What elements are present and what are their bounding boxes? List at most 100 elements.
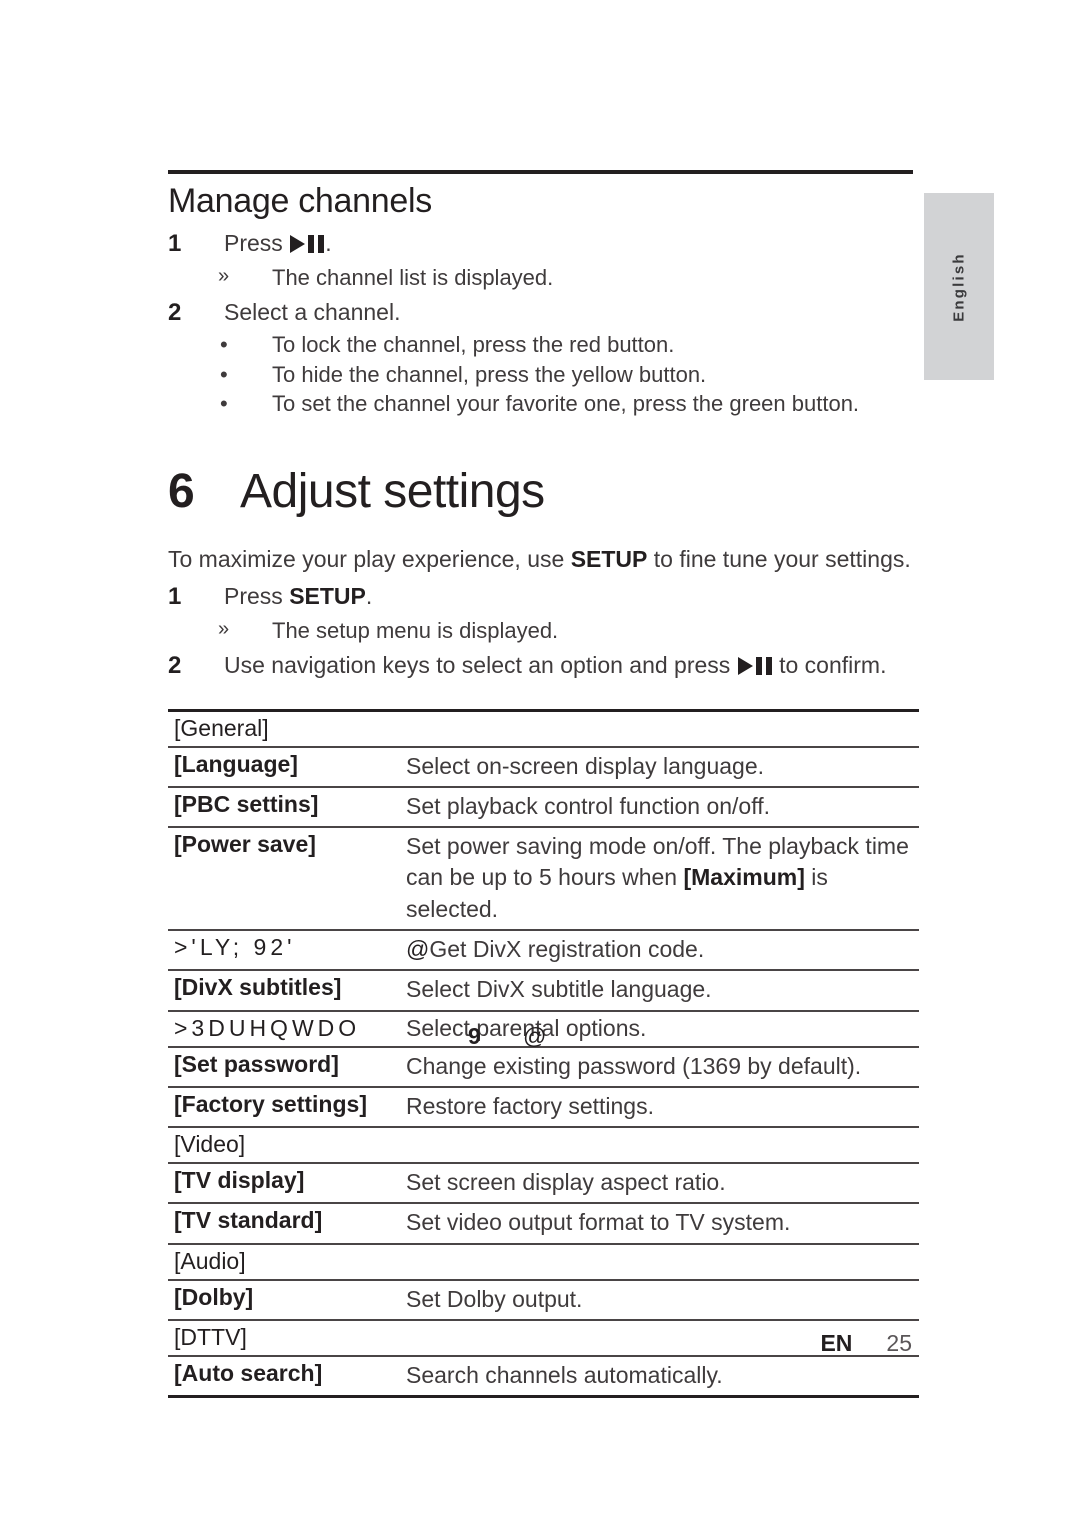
- step-text: Use navigation keys to select an option …: [224, 649, 913, 682]
- table-row: >'LY; 92' @Get DivX registration code.: [168, 930, 919, 971]
- table-row: [Power save] Set power saving mode on/of…: [168, 827, 919, 931]
- intro-part2: to fine tune your settings.: [647, 546, 911, 573]
- table-row: [Language] Select on-screen display lang…: [168, 747, 919, 787]
- table-row: [DivX subtitles] Select DivX subtitle la…: [168, 970, 919, 1011]
- bullet-text: To hide the channel, press the yellow bu…: [272, 361, 707, 387]
- table-row: [Factory settings] Restore factory setti…: [168, 1087, 919, 1128]
- table-row: [General]: [168, 710, 919, 747]
- step-1-result: » The channel list is displayed.: [168, 262, 913, 294]
- language-side-tab-label: English: [950, 251, 968, 322]
- adjust-settings-steps: 1 Press SETUP. » The setup menu is displ…: [168, 580, 913, 683]
- setup-step-1: 1 Press SETUP.: [168, 580, 913, 614]
- step-number: 2: [168, 298, 182, 326]
- setting-description: Select on-screen display language.: [406, 752, 765, 779]
- setting-description: Change existing password (1369 by defaul…: [406, 1052, 862, 1079]
- manage-channels-steps: 1 Press . » The channel list is displaye…: [168, 227, 913, 418]
- setting-description-maximum-keyword: [Maximum]: [683, 864, 805, 891]
- step-text-after: to confirm.: [772, 651, 887, 678]
- setting-name: [Dolby]: [174, 1283, 254, 1310]
- step-text: Select a channel.: [224, 298, 401, 325]
- table-row: [Set password] Change existing password …: [168, 1047, 919, 1087]
- setting-description: Set screen display aspect ratio.: [406, 1169, 726, 1196]
- setting-name-garbled-suffix: @: [406, 936, 430, 963]
- bullet-marker: •: [220, 361, 228, 387]
- table-row: >3DUHQWDO Select parental options. 9 @: [168, 1011, 919, 1049]
- setting-name-garbled: >'LY; 92': [174, 934, 296, 961]
- chapter-title: Adjust settings: [240, 465, 545, 519]
- setting-description: Search channels automatically.: [406, 1361, 723, 1388]
- step-text-before: Use navigation keys to select an option …: [224, 651, 737, 678]
- setting-name: [TV standard]: [174, 1207, 323, 1234]
- setting-description: Set video output format to TV system.: [406, 1209, 791, 1236]
- bullet-text: To set the channel your favorite one, pr…: [272, 390, 860, 416]
- setting-name: [Language]: [174, 750, 298, 777]
- bullet-item: • To lock the channel, press the red but…: [168, 330, 913, 359]
- step-text: Press SETUP.: [224, 580, 913, 613]
- table-row: [Video]: [168, 1127, 919, 1164]
- result-text: The channel list is displayed.: [272, 265, 554, 291]
- setting-name: [Set password]: [174, 1050, 339, 1077]
- bullet-marker: •: [220, 332, 228, 358]
- result-marker: »: [218, 265, 230, 288]
- table-row: [TV standard] Set video output format to…: [168, 1203, 919, 1244]
- page-content: Manage channels 1 Press . » The channel …: [168, 170, 919, 1398]
- setting-description: Set playback control function on/off.: [406, 792, 770, 819]
- language-side-tab: English: [924, 193, 994, 380]
- chapter-intro: To maximize your play experience, use SE…: [168, 543, 913, 575]
- bullet-marker: •: [220, 390, 228, 416]
- table-row: [Audio]: [168, 1244, 919, 1280]
- setting-group-name: [General]: [174, 714, 269, 741]
- play-pause-icon: [290, 235, 325, 253]
- step-text: Press .: [224, 227, 913, 260]
- table-row: [PBC settins] Set playback control funct…: [168, 787, 919, 828]
- setup-step-1-result: » The setup menu is displayed.: [168, 615, 913, 647]
- step-text-before: Press: [224, 230, 290, 256]
- settings-table: [General] [Language] Select on-screen di…: [168, 709, 919, 1398]
- bullet-item: • To hide the channel, press the yellow …: [168, 360, 913, 389]
- play-pause-icon: [737, 656, 772, 675]
- chapter-number: 6: [168, 465, 195, 519]
- setting-name: [PBC settins]: [174, 790, 319, 817]
- result-text: The setup menu is displayed.: [272, 617, 559, 643]
- setting-group-name: [Video]: [174, 1131, 246, 1158]
- setup-keyword: SETUP: [289, 582, 366, 609]
- step-number: 1: [168, 230, 182, 257]
- step-text-after: .: [365, 582, 373, 609]
- setting-name: [Factory settings]: [174, 1090, 367, 1117]
- step-text-after: .: [325, 230, 332, 256]
- chapter-heading: 6 Adjust settings: [168, 464, 913, 519]
- step-number: 1: [168, 582, 182, 610]
- setting-name: [Auto search]: [174, 1359, 323, 1386]
- step-number: 2: [168, 651, 182, 679]
- table-row: [TV display] Set screen display aspect r…: [168, 1163, 919, 1204]
- bullet-item: • To set the channel your favorite one, …: [168, 389, 913, 418]
- setting-group-name: [Audio]: [174, 1247, 246, 1274]
- setting-description-overlapped: Select parental options. 9 @: [406, 1015, 646, 1049]
- footer-page-number: 25: [886, 1330, 912, 1356]
- setting-description: Select parental options.: [406, 1014, 647, 1041]
- table-row: [Auto search] Search channels automatica…: [168, 1356, 919, 1397]
- bullet-text: To lock the channel, press the red butto…: [272, 332, 675, 358]
- setting-description: Set power saving mode on/off. The playba…: [406, 831, 919, 925]
- step-2: 2 Select a channel.: [168, 296, 913, 330]
- step-text-before: Press: [224, 582, 290, 609]
- step-1: 1 Press .: [168, 227, 913, 261]
- setting-name: [Power save]: [174, 831, 316, 858]
- intro-part1: To maximize your play experience, use: [168, 546, 571, 573]
- table-row: [Dolby] Set Dolby output.: [168, 1280, 919, 1320]
- setting-description: Restore factory settings.: [406, 1092, 654, 1119]
- page-title: Manage channels: [168, 182, 432, 220]
- setting-description-line2-pre: can be up to 5 hours when: [406, 864, 684, 891]
- setting-description-line1: Set power saving mode on/off. The playba…: [406, 833, 909, 860]
- setting-description: Select DivX subtitle language.: [406, 976, 712, 1003]
- setting-description: Get DivX registration code.: [429, 936, 705, 963]
- document-page: English Manage channels 1 Press . » The …: [0, 0, 1080, 1537]
- setup-step-2: 2 Use navigation keys to select an optio…: [168, 649, 913, 683]
- setting-name: [DivX subtitles]: [174, 974, 342, 1001]
- setting-description: Set Dolby output.: [406, 1285, 583, 1312]
- result-marker: »: [218, 617, 230, 640]
- setting-name: [TV display]: [174, 1167, 305, 1194]
- footer-locale: EN: [820, 1330, 853, 1356]
- setting-name-garbled: >3DUHQWDO: [174, 1014, 361, 1041]
- page-footer: EN 25: [0, 1330, 1080, 1357]
